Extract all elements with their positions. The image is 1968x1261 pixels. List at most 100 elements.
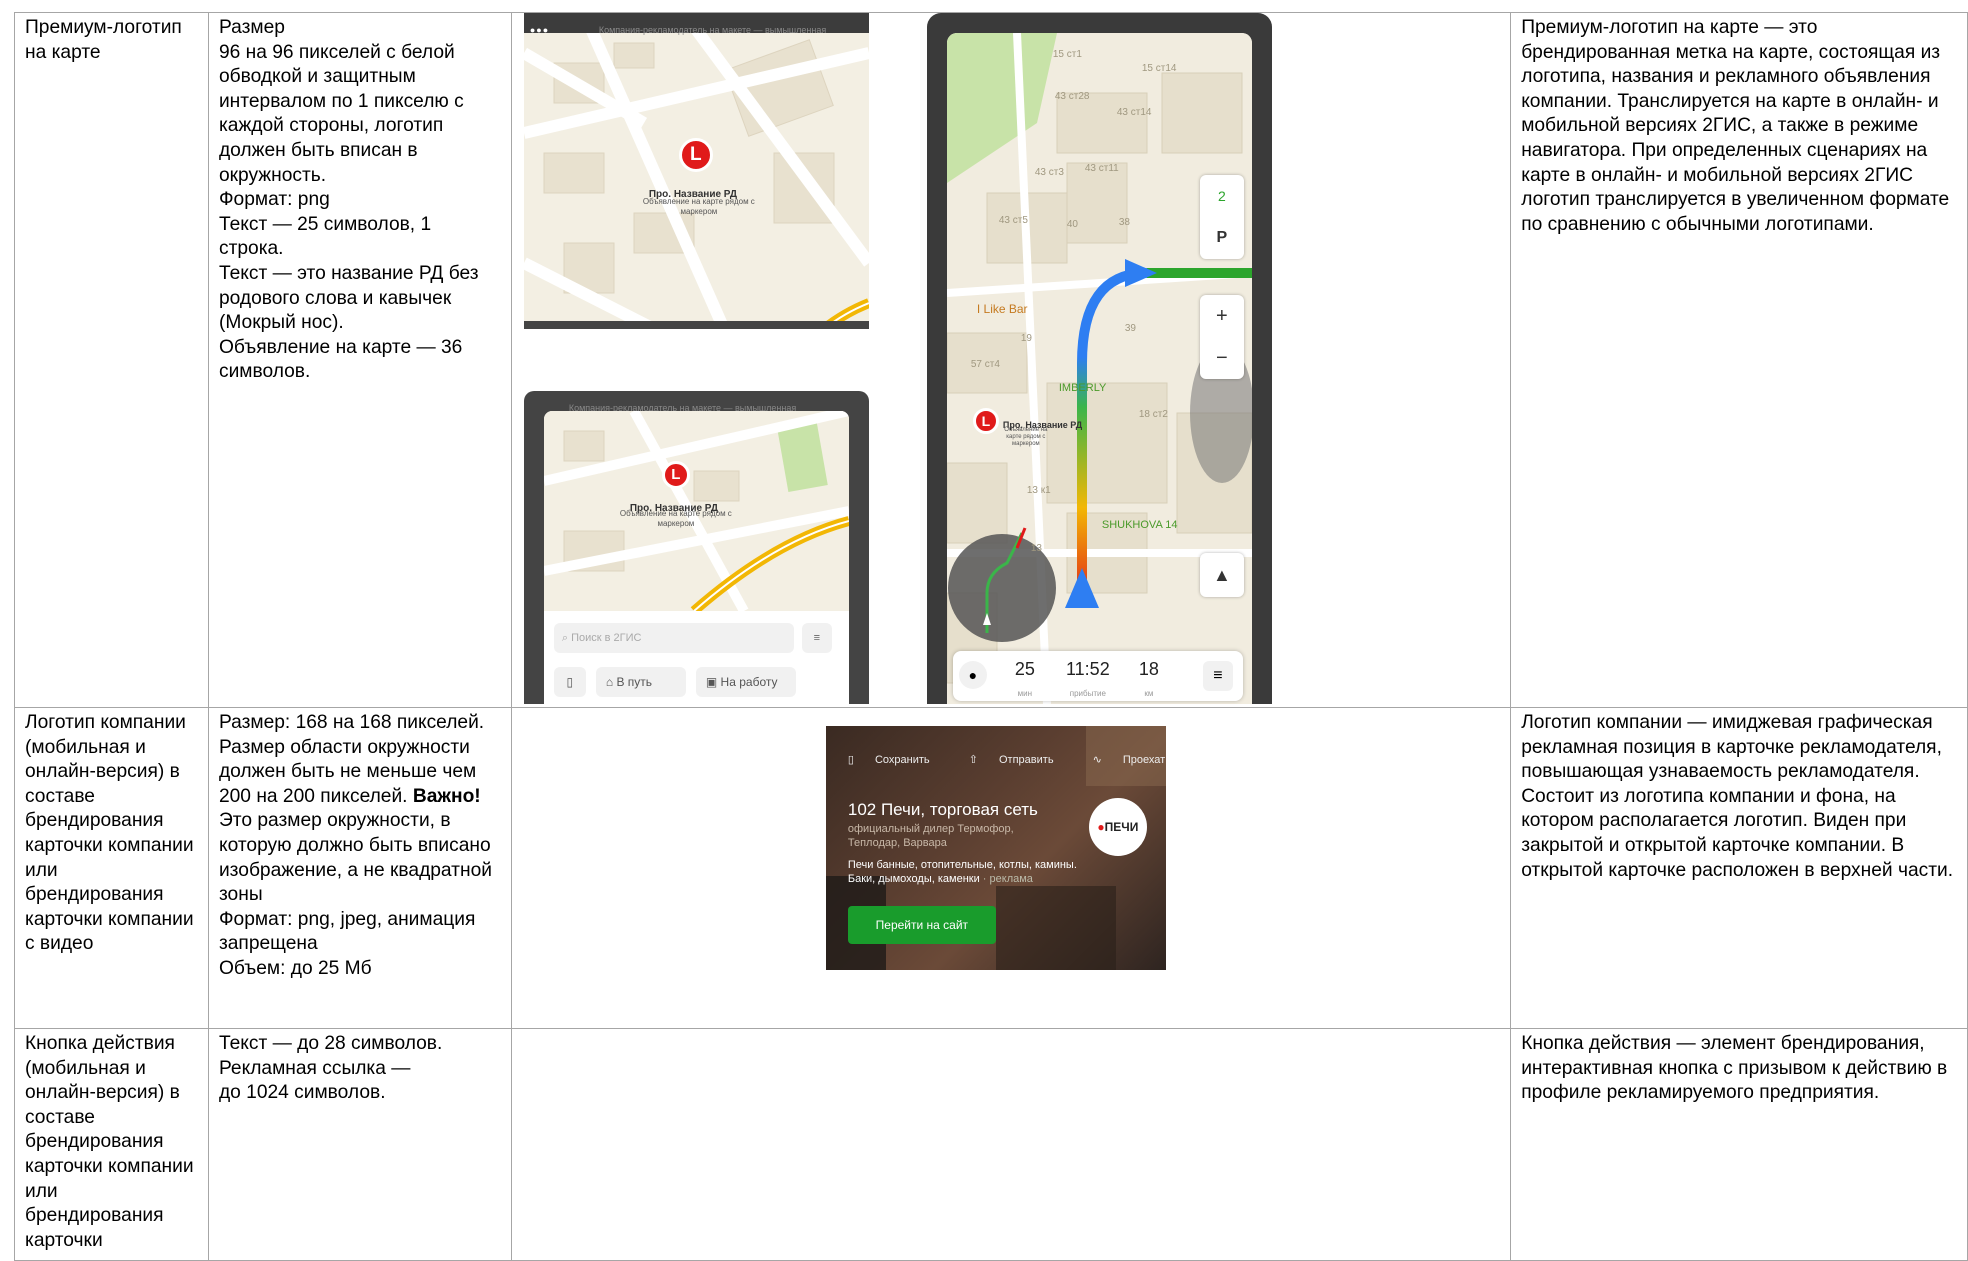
ad-line: Печи банные, отопительные, котлы, камины… bbox=[847, 859, 1077, 871]
building-label: 39 bbox=[1124, 323, 1136, 334]
home-icon: ⌂ bbox=[605, 675, 614, 689]
share-label: Отправить bbox=[999, 754, 1054, 766]
spec-line: Текст — до 28 символов. bbox=[218, 1033, 443, 1054]
company-logo: ●ПЕЧИ bbox=[1088, 798, 1147, 856]
arrival-value: 11:52 bbox=[1066, 659, 1110, 679]
time-unit: мин bbox=[1017, 688, 1033, 698]
home-route-label: В путь bbox=[616, 675, 653, 689]
company-ad-text: Печи банные, отопительные, котлы, камины… bbox=[848, 858, 1077, 886]
pin-icon[interactable]: ● bbox=[958, 661, 987, 689]
navigation-bar: ● 25 мин 11:52 прибытие 18 км ≡ bbox=[952, 651, 1243, 704]
table-row: Премиум-логотип на карте Размер 96 на 96… bbox=[14, 12, 1968, 708]
poi-label[interactable]: IMBERLY bbox=[1059, 376, 1106, 401]
share-icon: ⇧ bbox=[968, 754, 978, 766]
spec-cell: Размер: 168 на 168 пикселей. Размер обла… bbox=[207, 707, 512, 1029]
premium-logo-marker-icon[interactable]: L bbox=[972, 408, 999, 434]
window-title: Компания-рекламодатель на макете — вымыш… bbox=[598, 25, 827, 35]
arrival-time: 11:52 прибытие bbox=[1053, 657, 1123, 704]
spec-line: Текст — это название РД без родового сло… bbox=[218, 262, 479, 334]
phone-titlebar: Компания-рекламодатель на макете — вымыш… bbox=[524, 391, 869, 413]
format-name: Кнопка действия (мобильная и онлайн-верс… bbox=[25, 1033, 194, 1251]
company-subtitle: официальный дилер Термофор, Теплодар, Ва… bbox=[847, 823, 1014, 849]
compass-icon[interactable]: ▲ bbox=[1199, 553, 1244, 597]
ad-spec-table: Премиум-логотип на карте Размер 96 на 96… bbox=[14, 12, 1968, 1261]
spec-text: Это размер окружности, в которую должно … bbox=[218, 810, 492, 906]
format-name-cell: Премиум-логотип на карте bbox=[14, 12, 209, 708]
route-button[interactable]: ∿ Проехать bbox=[1093, 754, 1166, 766]
zoom-controls: + − bbox=[1199, 295, 1244, 379]
search-placeholder: Поиск в 2ГИС bbox=[571, 632, 642, 644]
layer-badge-icon[interactable]: 2 bbox=[1200, 175, 1244, 217]
distance-unit: км bbox=[1144, 688, 1154, 698]
phone-screen: L Про. Название РД Объявление на карте р… bbox=[543, 411, 849, 704]
menu-icon[interactable]: ≡ bbox=[1202, 661, 1233, 691]
arrival-label: прибытие bbox=[1069, 688, 1106, 698]
company-name: 102 Печи, торговая сеть bbox=[847, 800, 1038, 819]
building-label: 43 ст11 bbox=[1084, 163, 1119, 174]
description-cell: Логотип компании — имиджевая графическая… bbox=[1510, 707, 1968, 1029]
premium-logo-marker-icon[interactable]: L bbox=[661, 461, 690, 489]
example-images-cell: ●●● Компания-рекламодатель на макете — в… bbox=[510, 12, 1512, 708]
important-note: Важно! bbox=[412, 785, 481, 807]
map-controls: 2 P bbox=[1199, 175, 1244, 259]
marker-subtitle: Объявление на карте рядом с маркером bbox=[619, 509, 732, 528]
description-cell: Кнопка действия — элемент брендирования,… bbox=[1510, 1028, 1968, 1261]
company-card-mockup: ▯ Сохранить ⇧ Отправить ∿ Проехать 102 П… bbox=[825, 726, 1166, 970]
share-button[interactable]: ⇧ Отправить bbox=[969, 754, 1072, 766]
marker-subtitle: Объявление на карте рядом с маркером bbox=[642, 197, 755, 216]
example-image-cell bbox=[510, 1028, 1512, 1261]
building-label: 38 bbox=[1118, 217, 1130, 228]
briefcase-icon: ▣ bbox=[705, 675, 718, 689]
search-input[interactable]: ⌕ Поиск в 2ГИС bbox=[553, 623, 794, 653]
spec-line: 96 на 96 пикселей с белой обводкой и защ… bbox=[218, 41, 464, 186]
go-to-site-button[interactable]: Перейти на сайт bbox=[847, 906, 996, 944]
route-label: Проехать bbox=[1122, 754, 1166, 766]
spec-line: Размер bbox=[218, 17, 285, 38]
example-image-cell: ▯ Сохранить ⇧ Отправить ∿ Проехать 102 П… bbox=[510, 707, 1512, 1029]
distance-value: 18 bbox=[1138, 659, 1159, 679]
parking-icon[interactable]: P bbox=[1200, 217, 1244, 259]
building-label: 43 ст28 bbox=[1054, 91, 1090, 102]
building-label: 40 bbox=[1066, 219, 1078, 230]
time-remaining: 25 мин bbox=[1003, 657, 1047, 704]
format-description: Логотип компании — имиджевая графическая… bbox=[1521, 712, 1954, 881]
save-button[interactable]: ▯ Сохранить bbox=[848, 754, 948, 766]
spec-line: Объем: до 25 Мб bbox=[218, 957, 372, 979]
home-route-button[interactable]: ⌂ В путь bbox=[595, 667, 686, 697]
spec-line: Формат: png, jpeg, анимация запрещена bbox=[218, 908, 476, 955]
building-label: 57 ст4 bbox=[970, 359, 1000, 370]
card-actions: ▯ Сохранить ⇧ Отправить ∿ Проехать bbox=[848, 748, 1166, 773]
building-label: 15 ст1 bbox=[1052, 49, 1082, 60]
spec-cell: Размер 96 на 96 пикселей с белой обводко… bbox=[207, 12, 512, 708]
table-row: Логотип компании (мобильная и онлайн-вер… bbox=[14, 707, 1968, 1029]
format-name-cell: Кнопка действия (мобильная и онлайн-верс… bbox=[14, 1028, 209, 1261]
mobile-map-mockup: Компания-рекламодатель на макете — вымыш… bbox=[523, 391, 869, 704]
building-label: 18 ст2 bbox=[1138, 409, 1168, 420]
bottom-sheet: ⌕ Поиск в 2ГИС ≡ ▯ ⌂ В путь ▣ На работу bbox=[543, 611, 849, 704]
search-icon: ⌕ bbox=[561, 632, 569, 644]
zoom-out-icon[interactable]: − bbox=[1200, 337, 1244, 379]
save-label: Сохранить bbox=[874, 754, 930, 766]
poi-label[interactable]: SHUKHOVA 14 bbox=[1102, 513, 1178, 538]
building-label: 13 bbox=[1030, 543, 1042, 554]
menu-icon[interactable]: ≡ bbox=[801, 623, 832, 653]
route-icon: ∿ bbox=[1092, 754, 1102, 766]
format-description: Кнопка действия — элемент брендирования,… bbox=[1521, 1033, 1948, 1104]
zoom-in-icon[interactable]: + bbox=[1200, 295, 1244, 337]
work-route-button[interactable]: ▣ На работу bbox=[695, 667, 796, 697]
poi-label[interactable]: I Like Bar bbox=[977, 297, 1028, 322]
navigator-mockup: 15 ст1 15 ст14 43 ст28 43 ст14 43 ст3 43… bbox=[926, 13, 1272, 704]
navigator-screen: 15 ст1 15 ст14 43 ст28 43 ст14 43 ст3 43… bbox=[946, 33, 1252, 704]
window-controls-icon[interactable]: ●●● bbox=[530, 18, 549, 43]
building-label: 15 ст14 bbox=[1141, 63, 1177, 74]
spec-line: до 1024 символов. bbox=[218, 1082, 386, 1104]
window-titlebar: ●●● Компания-рекламодатель на макете — в… bbox=[523, 13, 869, 35]
spec-line: Формат: png bbox=[218, 189, 330, 211]
spec-cell: Текст — до 28 символов. Рекламная ссылка… bbox=[207, 1028, 512, 1261]
bookmark-icon[interactable]: ▯ bbox=[553, 667, 586, 697]
marker-subtitle: Объявление на карте рядом с маркером bbox=[1004, 427, 1048, 447]
spec-line: Объявление на карте — 36 символов. bbox=[218, 336, 463, 383]
table-row: Кнопка действия (мобильная и онлайн-верс… bbox=[14, 1028, 1968, 1261]
format-description: Премиум-логотип на карте — это брендиров… bbox=[1521, 17, 1950, 235]
premium-logo-marker-icon[interactable]: L bbox=[678, 138, 713, 172]
